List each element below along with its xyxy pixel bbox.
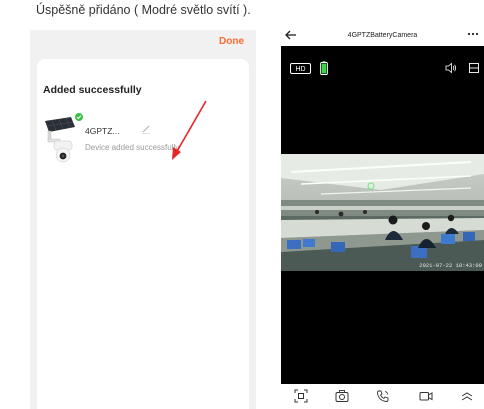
device-image (45, 117, 75, 163)
talk-icon[interactable] (376, 389, 390, 403)
result-card: Added successfully 4GPTZ... Device added… (37, 59, 249, 409)
quality-button[interactable]: HD (290, 63, 311, 74)
record-icon[interactable] (419, 389, 433, 403)
battery-icon (320, 61, 328, 75)
device-status: Device added successfully (85, 143, 180, 152)
done-button[interactable]: Done (219, 36, 244, 47)
fullscreen-icon[interactable] (468, 62, 480, 74)
camera-screen: 4GPTZBatteryCamera HD 2021-07-22 18:43:0… (281, 26, 484, 409)
video-feed[interactable]: 2021-07-22 18:43:00 (281, 154, 484, 271)
page-title: Added successfully (43, 84, 142, 96)
camera-icon[interactable] (335, 389, 349, 403)
screenshot-icon[interactable] (294, 389, 308, 403)
video-timestamp: 2021-07-22 18:43:00 (419, 262, 482, 269)
annotation-arrow (172, 100, 207, 160)
check-badge-icon (75, 113, 83, 121)
top-bar: 4GPTZBatteryCamera (281, 26, 484, 46)
camera-title: 4GPTZBatteryCamera (347, 32, 418, 39)
video-frame (281, 154, 484, 271)
pairing-screen: Done Added successfully 4GPTZ... Device … (30, 30, 256, 409)
more-dots-icon[interactable] (466, 28, 480, 40)
device-name: 4GPTZ... (85, 126, 120, 136)
edit-icon[interactable] (141, 124, 151, 134)
speaker-icon[interactable] (445, 62, 457, 74)
expand-icon[interactable] (460, 389, 474, 403)
caption: Úspěšně přidáno ( Modré světlo svítí ). (36, 3, 251, 17)
bottom-toolbar (281, 384, 484, 409)
